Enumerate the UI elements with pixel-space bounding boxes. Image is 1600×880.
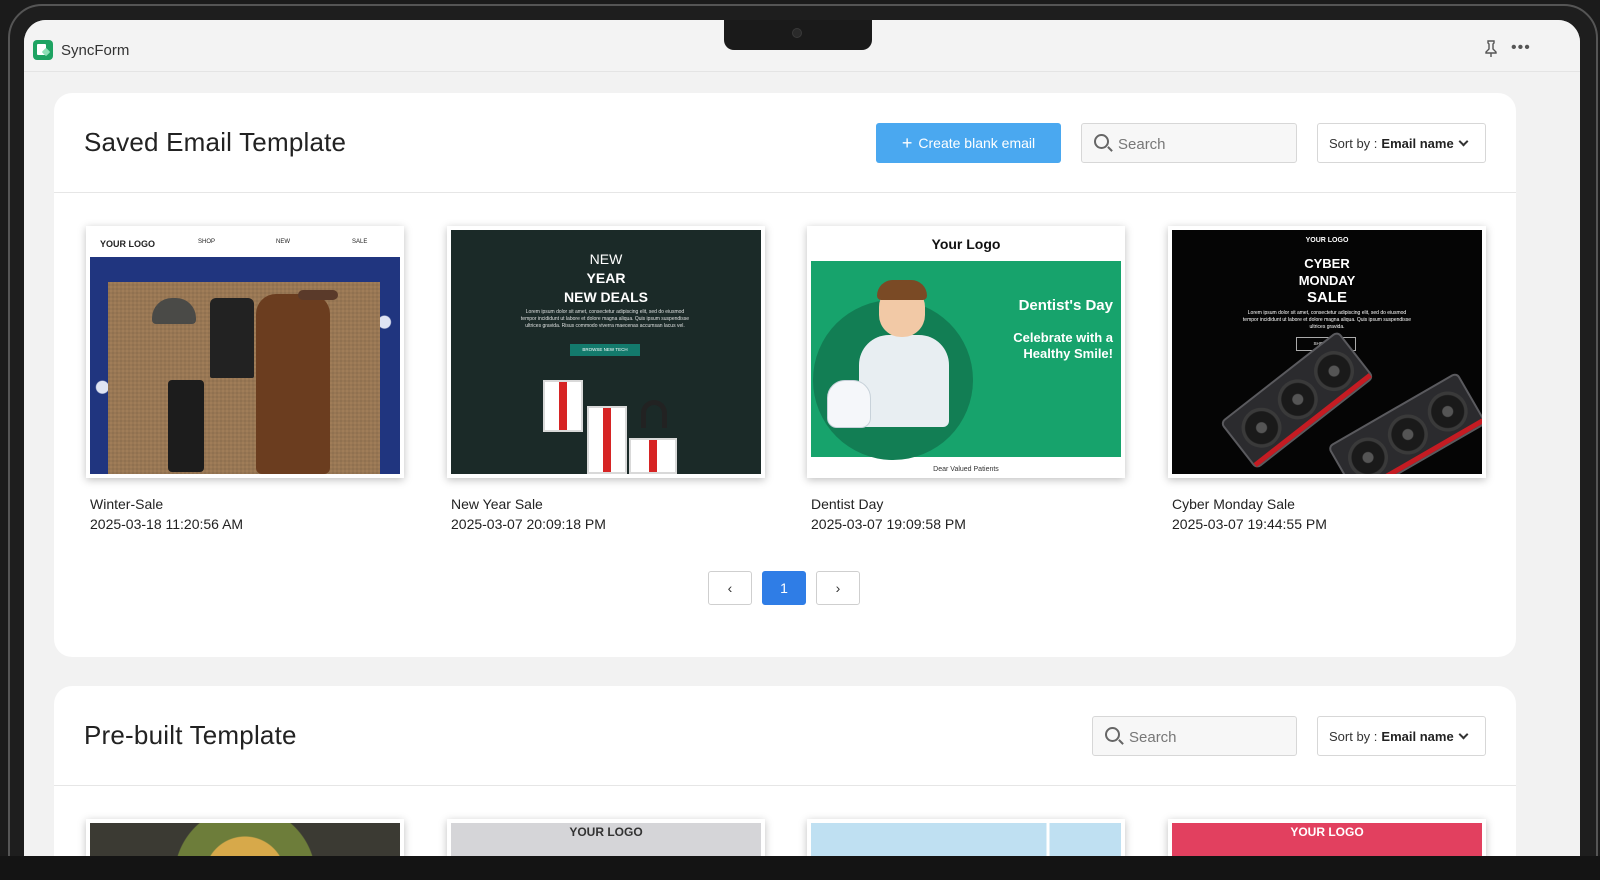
sort-prefix: Sort by : xyxy=(1329,728,1378,744)
saved-search-input[interactable] xyxy=(1118,132,1268,156)
saved-sort-dropdown[interactable]: Sort by : Email name xyxy=(1317,123,1486,163)
preview-logo: YOUR LOGO xyxy=(1290,825,1364,839)
preview-body: Lorem ipsum dolor sit amet, consectetur … xyxy=(520,309,690,329)
template-thumbnail[interactable]: NEW YEAR NEW DEALS Lorem ipsum dolor sit… xyxy=(447,226,765,478)
laptop-base xyxy=(0,856,1600,880)
template-date: 2025-03-18 11:20:56 AM xyxy=(90,516,244,532)
sunglasses-image xyxy=(298,290,338,300)
more-options-icon[interactable]: ••• xyxy=(1511,39,1531,57)
template-date: 2025-03-07 20:09:18 PM xyxy=(451,516,606,532)
preview-body: Lorem ipsum dolor sit amet, consectetur … xyxy=(1242,310,1412,330)
camera-icon xyxy=(792,28,802,38)
preview-headline-line: MONDAY xyxy=(1298,273,1356,288)
pin-icon[interactable] xyxy=(1484,40,1500,58)
dentist-body-image xyxy=(859,335,949,427)
top-image xyxy=(210,298,254,378)
template-name: Dentist Day xyxy=(811,496,884,512)
gift-box-image xyxy=(543,380,583,432)
template-name: New Year Sale xyxy=(451,496,543,512)
prev-page-button[interactable]: ‹ xyxy=(708,571,752,605)
preview-nav-item: SALE xyxy=(352,239,368,245)
tooth-image xyxy=(827,380,871,428)
prebuilt-template-card[interactable]: YOUR LOGO xyxy=(447,819,765,856)
preview-headline-line: NEW DEALS xyxy=(564,289,648,305)
search-icon xyxy=(1105,727,1120,742)
chevron-down-icon xyxy=(1458,136,1469,146)
saved-panel-header: Saved Email Template + Create blank emai… xyxy=(54,93,1516,193)
prebuilt-search-box xyxy=(1092,716,1297,756)
preview-nav-item: NEW xyxy=(276,239,290,245)
pants-image xyxy=(168,380,204,472)
template-date: 2025-03-07 19:44:55 PM xyxy=(1172,516,1327,532)
prebuilt-template-card[interactable] xyxy=(807,819,1125,856)
prebuilt-templates-panel: Pre-built Template Sort by : Email name … xyxy=(54,686,1516,856)
saved-search-box xyxy=(1081,123,1297,163)
preview-headline-line: CYBER xyxy=(1304,256,1350,271)
create-blank-email-button[interactable]: + Create blank email xyxy=(876,123,1061,163)
sort-value: Email name xyxy=(1381,135,1454,151)
dentist-hair-image xyxy=(877,280,927,300)
preview-tagline: Celebrate with a Healthy Smile! xyxy=(1013,330,1113,361)
sort-prefix: Sort by : xyxy=(1329,135,1378,151)
sort-value: Email name xyxy=(1381,728,1454,744)
preview-logo: YOUR LOGO xyxy=(1305,237,1349,244)
preview-footer: Dear Valued Patients xyxy=(933,466,999,473)
saved-panel-title: Saved Email Template xyxy=(84,127,347,157)
preview-logo: YOUR LOGO xyxy=(100,239,156,249)
template-thumbnail[interactable]: YOUR LOGO SHOP NEW SALE xyxy=(86,226,404,478)
next-page-button[interactable]: › xyxy=(816,571,860,605)
prebuilt-sort-dropdown[interactable]: Sort by : Email name xyxy=(1317,716,1486,756)
preview-nav-item: SHOP xyxy=(198,239,216,245)
preview-headline: Dentist's Day xyxy=(1018,297,1113,314)
syncform-logo-icon xyxy=(33,40,53,60)
create-blank-email-label: Create blank email xyxy=(918,135,1036,151)
prebuilt-search-input[interactable] xyxy=(1129,725,1279,749)
chevron-down-icon xyxy=(1458,729,1469,739)
app-title: SyncForm xyxy=(61,42,130,59)
gift-box-image xyxy=(629,438,677,474)
preview-headline: NEW YEAR NEW DEALS xyxy=(451,250,761,307)
preview-headline-line: SALE xyxy=(1306,289,1347,306)
template-thumbnail[interactable]: Your Logo Dentist's Day Celebrate with a… xyxy=(807,226,1125,478)
prebuilt-panel-title: Pre-built Template xyxy=(84,720,297,750)
preview-header: YOUR LOGO SHOP NEW SALE xyxy=(90,230,400,257)
plus-icon: + xyxy=(901,133,913,153)
headphones-image xyxy=(641,400,667,428)
prebuilt-template-card[interactable] xyxy=(86,819,404,856)
saved-templates-panel: Saved Email Template + Create blank emai… xyxy=(54,93,1516,657)
template-name: Winter-Sale xyxy=(90,496,164,512)
template-name: Cyber Monday Sale xyxy=(1172,496,1295,512)
preview-logo: Your Logo xyxy=(931,236,1001,252)
gift-box-image xyxy=(587,406,627,474)
prebuilt-template-card[interactable]: YOUR LOGO xyxy=(1168,819,1486,856)
app-window: SyncForm ••• Saved Email Template + Crea… xyxy=(24,20,1580,856)
preview-button: BROWSE NEW TECH xyxy=(570,344,640,356)
preview-headline: CYBER MONDAY SALE xyxy=(1172,255,1482,306)
prebuilt-panel-header: Pre-built Template Sort by : Email name xyxy=(54,686,1516,786)
template-date: 2025-03-07 19:09:58 PM xyxy=(811,516,966,532)
preview-headline-line: NEW xyxy=(589,251,623,267)
preview-logo: YOUR LOGO xyxy=(569,825,643,839)
search-icon xyxy=(1094,134,1109,149)
page-1-button[interactable]: 1 xyxy=(762,571,806,605)
template-thumbnail[interactable]: YOUR LOGO CYBER MONDAY SALE Lorem ipsum … xyxy=(1168,226,1486,478)
coat-image xyxy=(256,294,330,474)
camera-notch xyxy=(724,20,872,50)
preview-headline-line: YEAR xyxy=(586,270,626,286)
